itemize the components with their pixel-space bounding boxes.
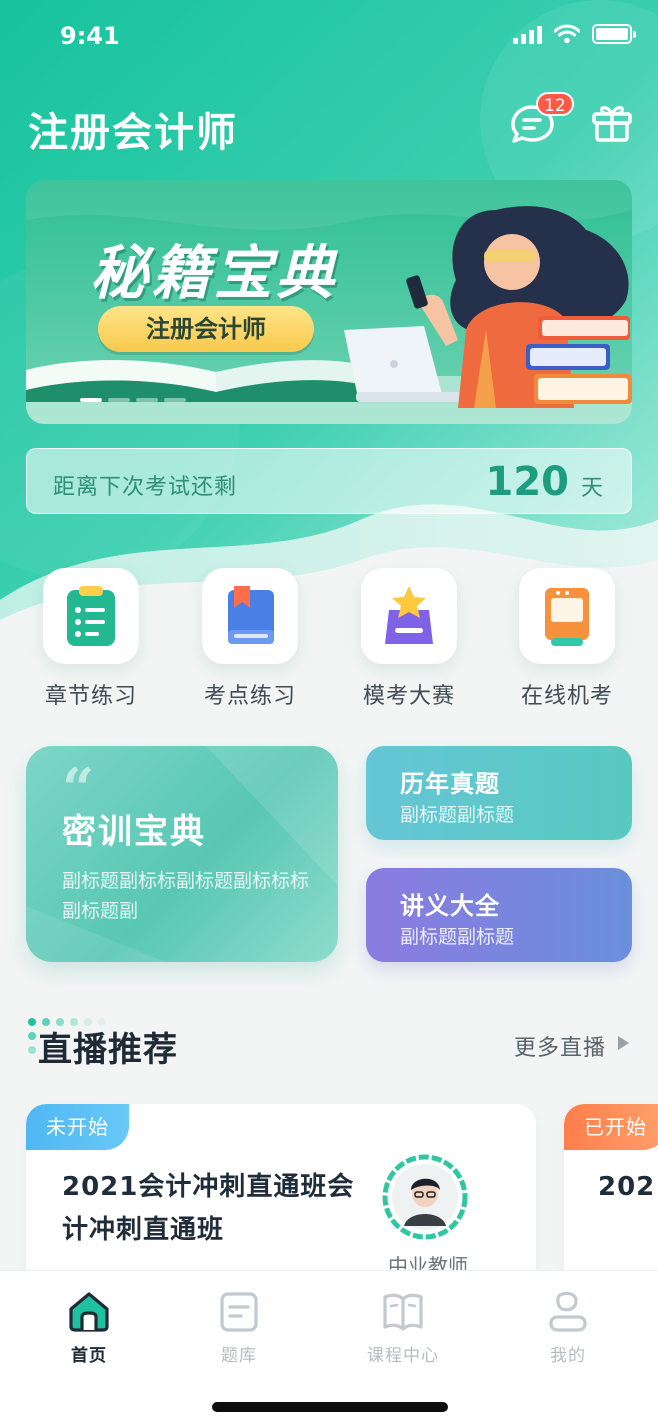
tab-label: 我的 [550, 1346, 586, 1366]
card-subtitle: 副标题副标标副标题副标标标副标题副 [62, 870, 310, 922]
tab-label: 首页 [71, 1346, 107, 1366]
section-title-live: 直播推荐 [38, 1030, 178, 1070]
card-title: 讲义大全 [400, 892, 500, 920]
status-badge: 未开始 [26, 1104, 129, 1150]
card-subtitle: 副标题副标题 [400, 804, 515, 826]
promo-banner[interactable]: 秘籍宝典 注册会计师 [26, 180, 632, 424]
quick-entry-online-exam[interactable]: 在线机考 [502, 568, 632, 710]
banner-dot[interactable] [136, 398, 158, 402]
tab-home[interactable]: 首页 [34, 1289, 144, 1366]
banner-title: 秘籍宝典 [90, 239, 339, 307]
page-title: 注册会计师 [28, 110, 238, 156]
home-icon [69, 1292, 109, 1332]
live-course-title: 2021会计冲刺直通班会计冲刺直通班 [62, 1172, 355, 1245]
banner-dot[interactable] [164, 398, 186, 402]
status-bar: 9:41 [0, 0, 658, 72]
home-screen: 9:41 注册会计师 12 秘籍宝典 注册会计师 距离下次考试还剩 120 天 … [0, 0, 658, 1425]
quick-entry-grid: 章节练习 考点练习 模考大赛 在线机考 [0, 568, 658, 718]
computer-exam-icon [519, 568, 615, 664]
gift-icon[interactable] [590, 100, 634, 144]
countdown-unit: 天 [580, 476, 603, 501]
question-bank-icon [220, 1292, 258, 1332]
star-trophy-icon [361, 568, 457, 664]
home-indicator[interactable] [212, 1402, 448, 1412]
teacher-avatar [382, 1154, 468, 1240]
banner-category-pill: 注册会计师 [98, 306, 314, 352]
course-book-icon [383, 1293, 423, 1331]
card-subtitle: 副标题副标题 [400, 926, 515, 948]
handouts-card[interactable]: 讲义大全 副标题副标题 [366, 868, 632, 962]
profile-icon [549, 1291, 587, 1332]
tab-profile[interactable]: 我的 [513, 1289, 623, 1366]
quick-entry-label: 章节练习 [44, 684, 137, 709]
quick-entry-label: 在线机考 [520, 684, 613, 709]
status-badge: 已开始 [564, 1104, 658, 1150]
tab-course-center[interactable]: 课程中心 [348, 1289, 458, 1366]
more-live-link[interactable]: 更多直播 [514, 1030, 606, 1062]
exam-countdown: 距离下次考试还剩 120 天 [26, 448, 632, 514]
status-time: 9:41 [60, 22, 120, 50]
cellular-signal-icon [513, 24, 542, 44]
bookmark-book-icon [202, 568, 298, 664]
secret-training-card[interactable]: “ 密训宝典 副标题副标标副标题副标标标副标题副 [26, 746, 338, 962]
past-papers-card[interactable]: 历年真题 副标题副标题 [366, 746, 632, 840]
tab-label: 课程中心 [367, 1346, 439, 1366]
clipboard-list-icon [43, 568, 139, 664]
quick-entry-keypoint-practice[interactable]: 考点练习 [185, 568, 315, 710]
countdown-days: 120 [485, 459, 570, 505]
card-title: 历年真题 [400, 770, 500, 798]
banner-dot[interactable] [80, 398, 102, 402]
status-icons [513, 24, 636, 44]
live-course-title: 2021会计冲刺直通班 [598, 1172, 658, 1202]
card-title: 密训宝典 [62, 812, 206, 852]
quick-entry-label: 考点练习 [203, 684, 296, 709]
quick-entry-chapter-practice[interactable]: 章节练习 [26, 568, 156, 710]
chevron-right-icon[interactable] [618, 1036, 629, 1050]
countdown-label: 距离下次考试还剩 [53, 475, 238, 500]
battery-icon [592, 24, 636, 44]
message-count-badge: 12 [536, 92, 574, 116]
quick-entry-mock-contest[interactable]: 模考大赛 [344, 568, 474, 710]
tab-question-bank[interactable]: 题库 [184, 1289, 294, 1366]
wifi-icon [554, 24, 580, 44]
banner-dot[interactable] [108, 398, 130, 402]
tab-label: 题库 [221, 1346, 257, 1366]
quick-entry-label: 模考大赛 [362, 684, 455, 709]
banner-pagination[interactable] [80, 398, 186, 402]
